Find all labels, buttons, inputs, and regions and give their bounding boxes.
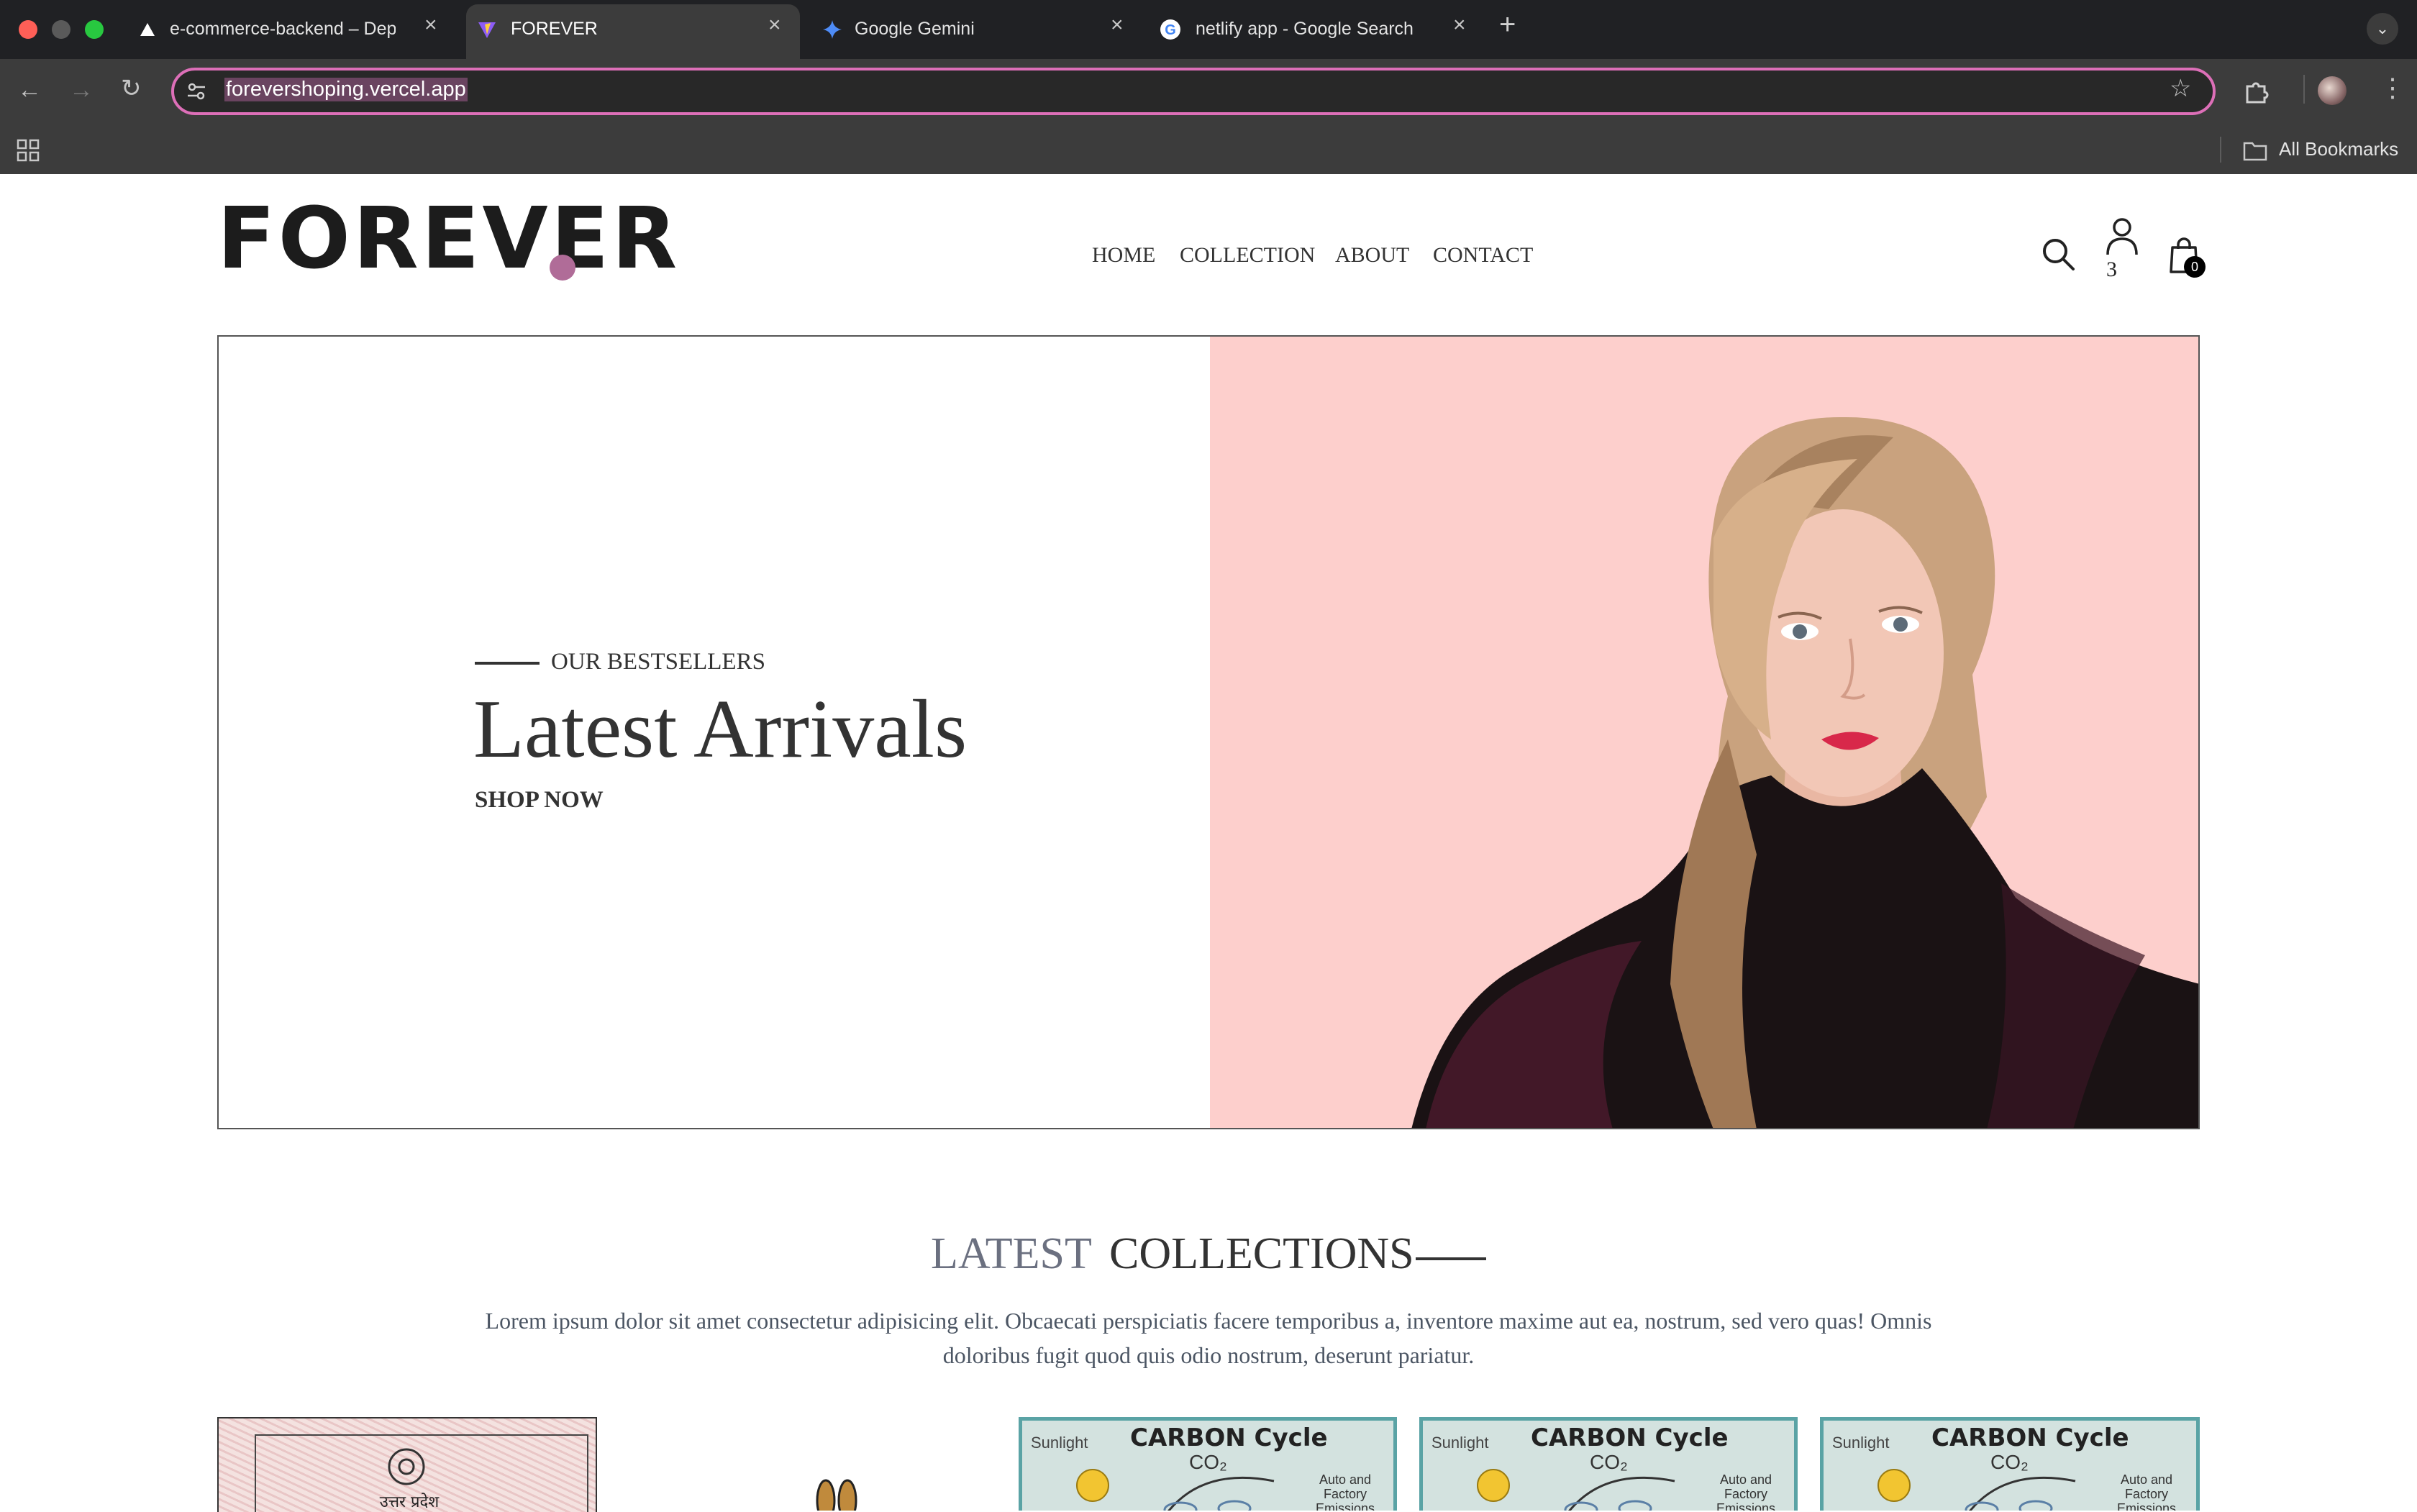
nav-home[interactable]: HOME (1092, 243, 1155, 268)
emblem-icon (388, 1448, 425, 1485)
hero-image (1210, 337, 2198, 1128)
svg-text:G: G (1165, 22, 1176, 38)
poster-label-sunlight: Sunlight (1832, 1434, 1890, 1452)
collections-description: Lorem ipsum dolor sit amet consectetur a… (485, 1308, 1932, 1368)
site-info-icon[interactable] (186, 81, 207, 102)
zoom-window-button[interactable] (85, 20, 104, 39)
poster-label-sunlight: Sunlight (1431, 1434, 1489, 1452)
url-text[interactable]: forevershoping.vercel.app (224, 78, 468, 101)
carbon-cycle-illustration (1477, 1469, 1675, 1511)
vercel-triangle-icon (140, 23, 155, 36)
vite-logo-icon (478, 22, 496, 38)
tab-title: FOREVER (511, 19, 598, 39)
close-tab-icon[interactable]: × (1111, 14, 1124, 36)
hero-title: Latest Arrivals (473, 683, 968, 775)
google-g-icon: G (1160, 19, 1180, 40)
product-card[interactable]: Sunlight CARBON Cycle CO₂ Auto and Facto… (1419, 1417, 1798, 1511)
apps-grid-icon[interactable] (16, 138, 40, 163)
bookmark-star-icon[interactable]: ☆ (2170, 76, 2191, 101)
poster-title: CARBON Cycle (1931, 1424, 2129, 1452)
gemini-star-icon (823, 20, 842, 39)
folder-icon (2243, 142, 2267, 161)
minimize-window-button[interactable] (52, 20, 70, 39)
eyebrow-line (475, 662, 540, 665)
user-badge: 3 (2106, 258, 2117, 281)
all-bookmarks-button[interactable]: All Bookmarks (2279, 138, 2398, 160)
tab-forever[interactable]: FOREVER × (466, 4, 800, 59)
carbon-cycle-illustration (1877, 1469, 2076, 1511)
site-logo[interactable]: FOREVER (217, 196, 680, 281)
model-portrait-image (1411, 416, 2198, 1128)
tab-vercel[interactable]: e-commerce-backend – Depl × (125, 4, 453, 59)
search-icon[interactable] (2040, 236, 2076, 272)
profile-avatar[interactable] (2318, 76, 2347, 105)
carbon-cycle-illustration (1076, 1469, 1275, 1511)
rabbit-ears-image (816, 1479, 857, 1511)
tab-google-search[interactable]: G netlify app - Google Search × (1151, 4, 1482, 59)
collections-title-bold: COLLECTIONS (1109, 1229, 1414, 1278)
nav-collection[interactable]: COLLECTION (1180, 243, 1315, 268)
document-caption: उत्तर प्रदेश शासन (379, 1493, 440, 1511)
tab-title: Google Gemini (855, 19, 975, 39)
product-card[interactable]: Sunlight CARBON Cycle CO₂ Auto and Facto… (1820, 1417, 2200, 1511)
product-card[interactable] (619, 1417, 996, 1511)
poster-title: CARBON Cycle (1130, 1424, 1328, 1452)
shop-now-button[interactable]: SHOP NOW (475, 787, 604, 814)
product-card[interactable]: उत्तर प्रदेश शासन (217, 1417, 597, 1512)
close-tab-icon[interactable]: × (1453, 14, 1466, 36)
nav-contact[interactable]: CONTACT (1433, 243, 1533, 268)
hero-eyebrow: OUR BESTSELLERS (551, 649, 765, 675)
bookmarks-divider (2220, 137, 2221, 163)
tab-gemini[interactable]: Google Gemini × (809, 4, 1139, 59)
extensions-icon[interactable] (2243, 78, 2269, 104)
chrome-menu-icon[interactable]: ⋮ (2380, 75, 2405, 101)
back-button[interactable]: ← (17, 78, 42, 102)
toolbar-divider (2303, 75, 2305, 104)
user-icon[interactable] (2103, 216, 2141, 259)
tab-title: e-commerce-backend – Depl (170, 19, 396, 39)
close-tab-icon[interactable]: × (424, 14, 437, 36)
new-tab-button[interactable]: + (1499, 10, 1516, 39)
collections-title-light: LATEST (931, 1229, 1092, 1278)
reload-button[interactable]: ↻ (121, 76, 142, 101)
tab-search-button[interactable]: ⌄ (2367, 13, 2398, 45)
poster-title: CARBON Cycle (1531, 1424, 1729, 1452)
close-window-button[interactable] (19, 20, 37, 39)
product-card[interactable]: Sunlight CARBON Cycle CO₂ Auto and Facto… (1019, 1417, 1397, 1511)
bookmarks-bar (0, 128, 2417, 174)
poster-label-sunlight: Sunlight (1031, 1434, 1088, 1452)
title-line (1416, 1257, 1486, 1260)
address-bar[interactable] (171, 68, 2216, 115)
forward-button[interactable]: → (69, 78, 94, 102)
cart-count-badge: 0 (2184, 256, 2206, 278)
tab-title: netlify app - Google Search (1196, 19, 1414, 39)
hero-banner: OUR BESTSELLERS Latest Arrivals SHOP NOW (217, 335, 2200, 1129)
logo-dot (550, 255, 575, 281)
nav-about[interactable]: ABOUT (1335, 243, 1409, 268)
close-tab-icon[interactable]: × (768, 14, 781, 36)
